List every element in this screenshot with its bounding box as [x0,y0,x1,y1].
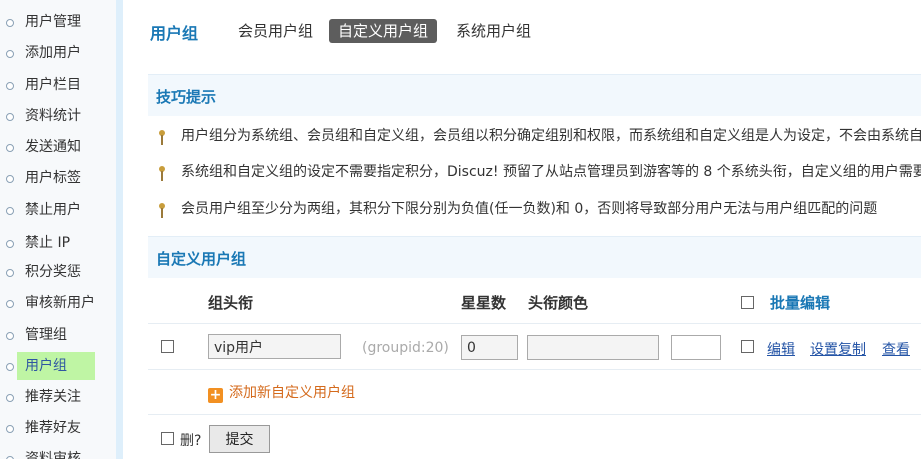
tab-member-groups[interactable]: 会员用户组 [229,19,322,43]
group-title-input[interactable] [208,334,341,359]
sidebar-item-label: 发送通知 [25,139,81,155]
bullet-icon [6,82,14,90]
sidebar-item-label: 用户标签 [25,170,81,186]
bullet-icon [6,113,14,121]
sidebar-item-label: 用户管理 [25,14,81,30]
delete-label: 删? [180,433,202,449]
sidebar-item-profile-review[interactable]: 资料审核 [0,444,116,459]
view-link[interactable]: 查看 [882,339,910,359]
column-header-batch-edit[interactable]: 批量编辑 [770,292,830,313]
pin-icon [159,203,165,218]
batch-edit-checkbox[interactable] [741,296,754,309]
tip-item: 系统组和自定义组的设定不需要指定积分，Discuz! 预留了从站点管理员到游客等… [148,157,921,187]
bullet-icon [6,363,14,371]
bullet-icon [6,50,14,58]
row-divider [148,323,921,324]
row-divider [148,369,921,370]
pin-icon [159,130,165,145]
sidebar-divider [116,0,123,459]
column-header-name: 组头衔 [208,294,254,312]
sidebar-item-recommend-follow[interactable]: 推荐关注 [0,382,116,413]
sidebar-item-profile-stats[interactable]: 资料统计 [0,101,116,132]
column-header-stars: 星星数 [461,294,507,312]
bullet-icon [6,144,14,152]
sidebar-item-label: 推荐关注 [25,389,81,405]
sidebar-item-label: 积分奖惩 [25,264,81,280]
plus-icon: + [208,387,223,403]
bullet-icon [6,240,14,248]
groupid-text: (groupid:20) [362,340,449,356]
sidebar-item-add-user[interactable]: 添加用户 [0,38,116,69]
sidebar-item-user-fields[interactable]: 用户栏目 [0,70,116,101]
add-custom-group-label: 添加新自定义用户组 [229,385,355,401]
pin-icon [159,166,165,181]
bullet-icon [6,175,14,183]
sidebar-item-label: 管理组 [25,327,67,343]
column-header-color: 头衔颜色 [528,294,589,312]
custom-groups-title: 自定义用户组 [156,250,247,268]
row-divider [148,414,921,415]
sidebar-item-label: 资料统计 [25,108,81,124]
delete-all-checkbox[interactable] [161,432,174,445]
delete-row-checkbox[interactable] [161,340,174,353]
tip-text: 系统组和自定义组的设定不需要指定积分，Discuz! 预留了从站点管理员到游客等… [181,164,921,180]
bullet-icon [6,425,14,433]
bullet-icon [6,332,14,340]
color-preview-swatch[interactable] [671,335,721,360]
tip-text: 用户组分为系统组、会员组和自定义组，会员组以积分确定组别和权限，而系统组和自定义… [181,128,921,144]
sidebar-item-user-manage[interactable]: 用户管理 [0,7,116,38]
bullet-icon [6,300,14,308]
edit-link[interactable]: 编辑 [767,339,795,359]
sidebar-item-label: 禁止 IP [25,235,71,251]
sidebar-item-user-tags[interactable]: 用户标签 [0,163,116,194]
page-title: 用户组 [150,24,199,43]
tips-title: 技巧提示 [156,88,217,106]
top-nav: 用户组 会员用户组 自定义用户组 系统用户组 [123,0,921,64]
sidebar-item-label: 添加用户 [25,45,81,61]
sidebar-item-ban-user[interactable]: 禁止用户 [0,195,116,226]
tip-item: 会员用户组至少分为两组，其积分下限分别为负值(任一负数)和 0，否则将导致部分用… [148,194,921,224]
sidebar-item-user-groups[interactable]: 用户组 [0,351,116,382]
bullet-icon [6,394,14,402]
tip-text: 会员用户组至少分为两组，其积分下限分别为负值(任一负数)和 0，否则将导致部分用… [181,201,878,217]
tab-custom-groups[interactable]: 自定义用户组 [329,19,438,43]
sidebar-item-label: 推荐好友 [25,420,81,436]
custom-groups-header: 自定义用户组 [148,236,921,278]
tips-header: 技巧提示 [148,74,921,116]
sidebar-item-label: 禁止用户 [25,202,81,218]
tip-item: 用户组分为系统组、会员组和自定义组，会员组以积分确定组别和权限，而系统组和自定义… [148,121,921,151]
bullet-icon [6,269,14,277]
sidebar-item-admin-groups[interactable]: 管理组 [0,320,116,351]
sidebar-item-recommend-friends[interactable]: 推荐好友 [0,413,116,444]
sidebar-item-send-notice[interactable]: 发送通知 [0,132,116,163]
title-color-input[interactable] [527,335,659,360]
bullet-icon [6,207,14,215]
bullet-icon [6,19,14,27]
sidebar-item-label: 资料审核 [25,451,81,459]
sidebar-item-ban-ip[interactable]: 禁止 IP [0,228,116,259]
sidebar-item-label: 审核新用户 [25,295,95,311]
sidebar: 用户管理 添加用户 用户栏目 资料统计 发送通知 用户标签 禁止用户 禁止 IP… [0,0,116,459]
stars-input[interactable] [461,335,518,360]
sidebar-item-credits[interactable]: 积分奖惩 [0,257,116,288]
add-custom-group-link[interactable]: + 添加新自定义用户组 [208,383,355,403]
sidebar-item-label: 用户组 [25,358,67,374]
submit-button[interactable]: 提交 [209,425,270,453]
tab-system-groups[interactable]: 系统用户组 [447,19,540,43]
sidebar-item-review-users[interactable]: 审核新用户 [0,288,116,319]
batch-edit-row-checkbox[interactable] [741,340,754,353]
copy-settings-link[interactable]: 设置复制 [810,339,866,359]
sidebar-item-label: 用户栏目 [25,77,81,93]
